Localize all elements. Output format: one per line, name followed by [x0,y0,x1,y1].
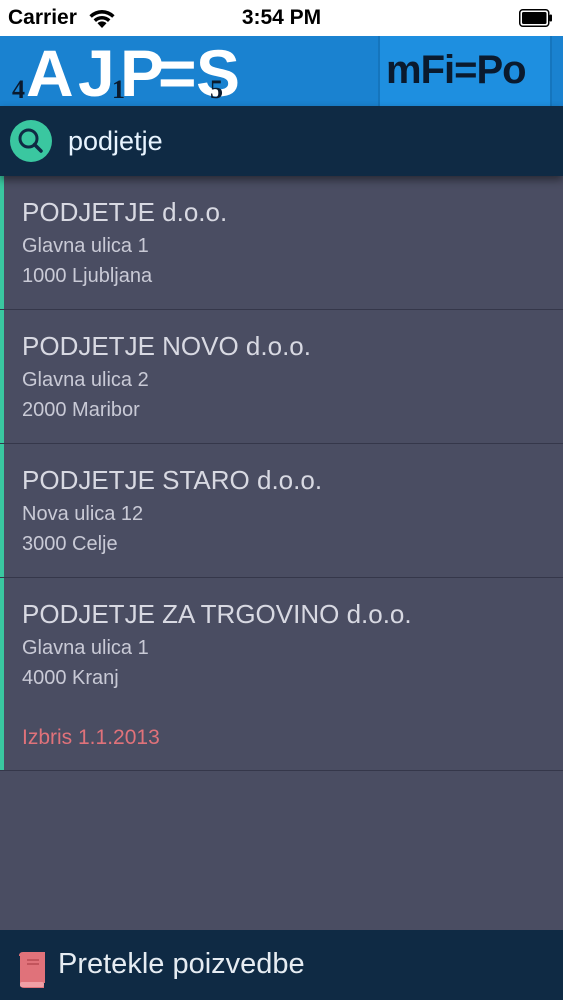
company-street: Glavna ulica 2 [22,369,149,391]
list-item-accent [0,444,4,577]
list-item-accent [0,578,4,770]
company-street: Nova ulica 12 [22,503,144,525]
company-name: PODJETJE d.o.o. [22,197,228,227]
company-street: Glavna ulica 1 [22,637,149,659]
company-street: Glavna ulica 1 [22,235,149,257]
app-header: A J P = S 4 1 5 mFi=Po [0,36,563,106]
logo-letter-equals: = [158,40,197,102]
logo-letter-a: A [26,40,74,102]
company-city: 4000 Kranj [22,667,119,689]
history-button[interactable]: Pretekle poizvedbe [0,930,563,1000]
search-bar [0,106,563,176]
logo-digit-4: 4 [12,75,25,102]
list-item[interactable]: PODJETJE ZA TRGOVINO d.o.o. Glavna ulica… [0,578,563,771]
company-city: 1000 Ljubljana [22,265,153,287]
list-item[interactable]: PODJETJE d.o.o. Glavna ulica 1 1000 Ljub… [0,176,563,310]
list-item-accent [0,310,4,443]
search-icon[interactable] [10,120,52,162]
company-name: PODJETJE STARO d.o.o. [22,465,323,495]
logo-letter-j: J [78,40,115,102]
book-icon [19,952,45,988]
company-city: 3000 Celje [22,533,118,555]
status-time: 3:54 PM [241,6,322,29]
deletion-note: Izbris 1.1.2013 [22,726,160,749]
mfipo-logo-text: mFi=Po [386,48,527,92]
battery-icon [519,9,552,27]
results-list: PODJETJE d.o.o. Glavna ulica 1 1000 Ljub… [0,176,563,930]
company-name: PODJETJE ZA TRGOVINO d.o.o. [22,599,412,629]
status-bar: Carrier 3:54 PM [0,0,563,36]
company-name: PODJETJE NOVO d.o.o. [22,331,311,361]
history-label: Pretekle poizvedbe [58,948,305,980]
logo-digit-1: 1 [112,75,125,102]
search-input[interactable] [66,120,550,162]
ajpes-logo: A J P = S 4 1 5 [12,40,240,102]
company-city: 2000 Maribor [22,399,140,421]
mfipo-logo: mFi=Po [378,36,552,106]
list-item[interactable]: PODJETJE NOVO d.o.o. Glavna ulica 2 2000… [0,310,563,444]
list-item[interactable]: PODJETJE STARO d.o.o. Nova ulica 12 3000… [0,444,563,578]
logo-digit-5: 5 [210,75,223,102]
list-item-accent [0,176,4,309]
